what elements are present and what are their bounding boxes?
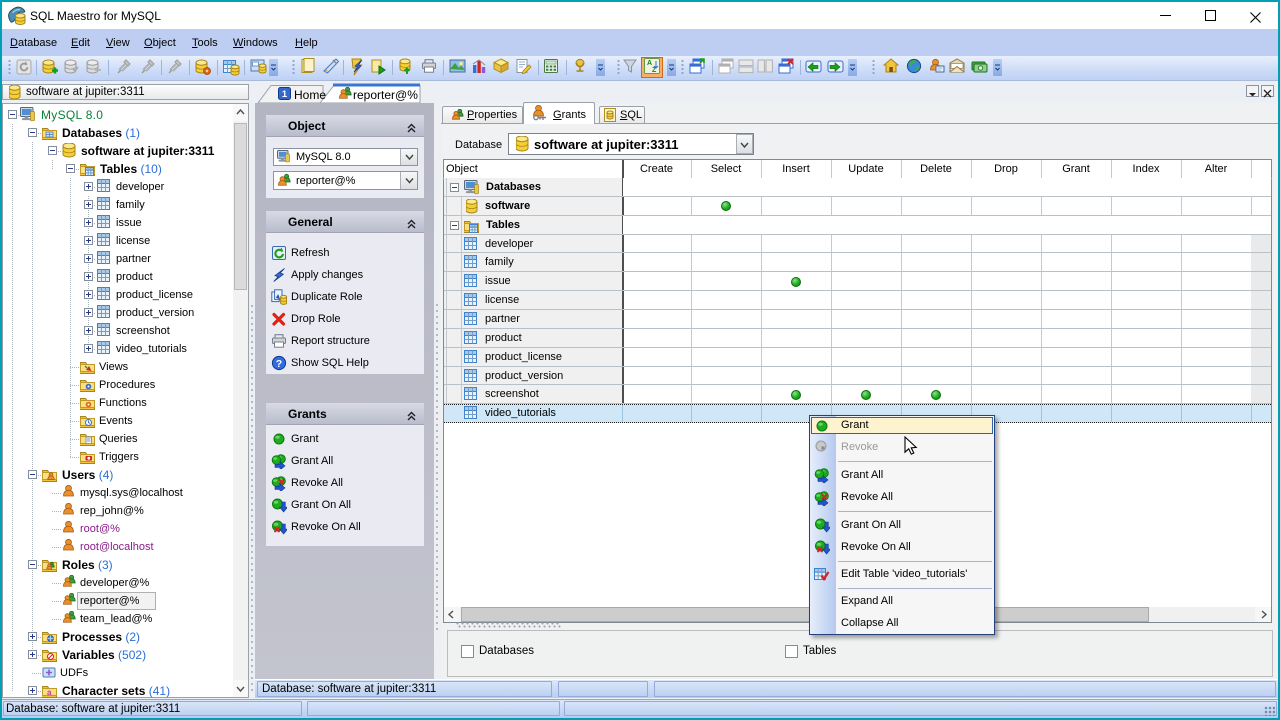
- svg-text:?: ?: [276, 358, 282, 370]
- svg-text:a: a: [47, 688, 52, 697]
- svg-text:1: 1: [282, 89, 288, 100]
- svg-text:A: A: [647, 60, 652, 67]
